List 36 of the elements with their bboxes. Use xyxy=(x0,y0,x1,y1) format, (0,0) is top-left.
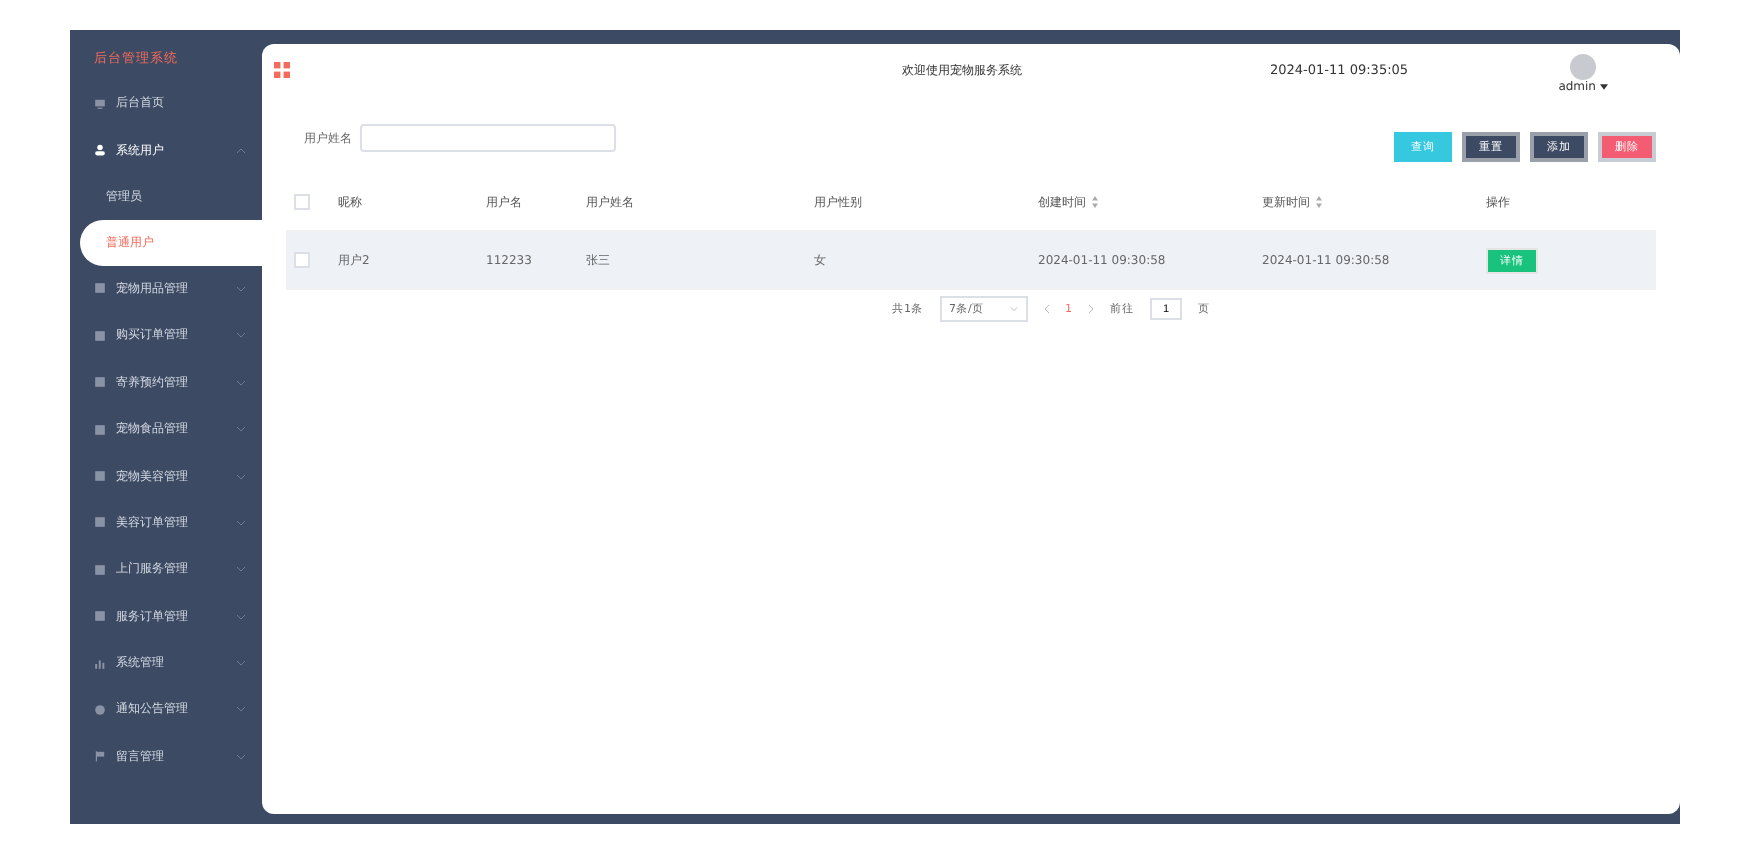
flag-icon xyxy=(94,750,106,763)
chevron-down-icon xyxy=(236,379,246,386)
chevron-down-icon xyxy=(236,566,246,573)
row-checkbox[interactable] xyxy=(294,252,310,268)
square-icon xyxy=(94,329,106,342)
select-all-checkbox[interactable] xyxy=(294,194,310,210)
chevron-down-icon xyxy=(236,519,246,526)
square-icon xyxy=(94,563,106,576)
avatar-icon xyxy=(1570,54,1597,80)
chevron-down-icon xyxy=(1009,306,1017,312)
chevron-down-icon xyxy=(236,753,246,760)
chevron-down-icon xyxy=(236,332,246,339)
monitor-icon xyxy=(94,97,106,110)
info-icon xyxy=(94,703,106,716)
square-icon xyxy=(94,376,106,389)
user-icon xyxy=(94,144,106,157)
grid-menu-icon[interactable] xyxy=(274,62,290,78)
search-field[interactable] xyxy=(360,124,616,152)
square-icon xyxy=(94,470,106,483)
next-page-icon[interactable] xyxy=(1088,304,1094,314)
square-icon xyxy=(94,423,106,436)
chevron-down-icon xyxy=(236,613,246,620)
chevron-up-icon xyxy=(236,147,246,154)
sort-icon[interactable] xyxy=(1092,196,1098,208)
caret-down-icon[interactable] xyxy=(1600,84,1608,90)
square-icon xyxy=(94,282,106,295)
chevron-down-icon xyxy=(236,473,246,480)
chevron-down-icon xyxy=(236,660,246,667)
chevron-down-icon xyxy=(236,426,246,433)
square-icon xyxy=(94,516,106,529)
chevron-down-icon xyxy=(236,706,246,713)
chevron-down-icon xyxy=(236,285,246,292)
sort-icon[interactable] xyxy=(1316,196,1322,208)
bar-chart-icon xyxy=(94,657,106,670)
square-icon xyxy=(94,610,106,623)
previous-page-icon[interactable] xyxy=(1043,304,1049,314)
